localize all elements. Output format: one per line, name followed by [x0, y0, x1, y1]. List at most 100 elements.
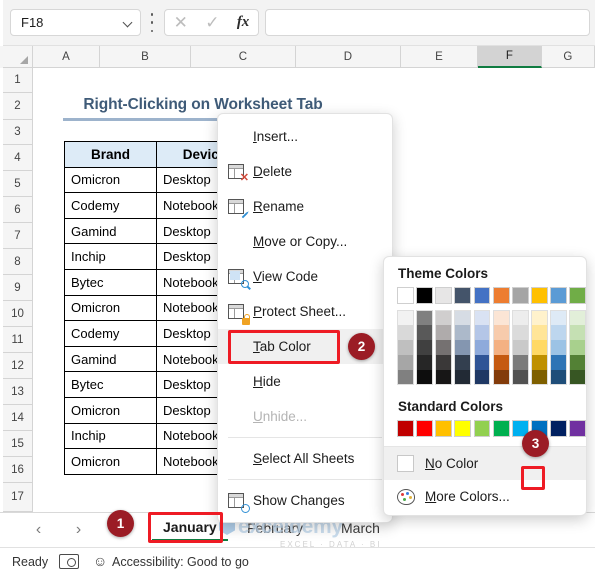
theme-variant-swatch-7-3[interactable] [530, 355, 548, 370]
theme-variant-swatch-1-4[interactable] [416, 370, 434, 385]
theme-variant-swatch-1-2[interactable] [416, 340, 434, 355]
select-all-corner[interactable] [3, 46, 33, 68]
theme-variant-swatch-4-3[interactable] [473, 355, 491, 370]
standard-color-swatch-4[interactable] [473, 420, 491, 437]
column-header-A[interactable]: A [33, 46, 100, 68]
theme-variant-swatch-5-4[interactable] [492, 370, 510, 385]
row-header-7[interactable]: 7 [3, 223, 33, 249]
context-menu-item-delete[interactable]: ✕ Delete [218, 154, 392, 189]
accessibility-status[interactable]: Accessibility: Good to go [112, 555, 249, 569]
theme-variant-swatch-8-2[interactable] [550, 340, 567, 355]
row-header-1[interactable]: 1 [3, 68, 33, 93]
theme-variant-swatch-6-0[interactable] [511, 310, 529, 325]
theme-variant-swatch-0-0[interactable] [397, 310, 414, 325]
cell-brand[interactable]: Gamind [64, 217, 157, 245]
theme-color-swatch-8[interactable] [550, 287, 567, 304]
theme-color-swatch-6[interactable] [511, 287, 529, 304]
theme-variant-swatch-0-3[interactable] [397, 355, 414, 370]
formula-input[interactable] [265, 9, 590, 36]
kebab-menu-icon[interactable] [147, 13, 157, 32]
insert-function-icon[interactable]: fx [237, 14, 250, 31]
theme-variant-swatch-9-3[interactable] [569, 355, 587, 370]
row-header-8[interactable]: 8 [3, 249, 33, 275]
theme-color-swatch-5[interactable] [492, 287, 510, 304]
row-header-6[interactable]: 6 [3, 197, 33, 223]
column-header-B[interactable]: B [100, 46, 191, 68]
cell-brand[interactable]: Omicron [64, 448, 157, 475]
cancel-entry-icon[interactable]: ✕ [174, 14, 188, 31]
cell-brand[interactable]: Inchip [64, 422, 157, 450]
cell-brand[interactable]: Codemy [64, 192, 157, 219]
standard-color-swatch-1[interactable] [416, 420, 434, 437]
column-header-C[interactable]: C [191, 46, 296, 68]
theme-variant-swatch-5-2[interactable] [492, 340, 510, 355]
row-header-2[interactable]: 2 [3, 93, 33, 120]
context-menu-item-select-all-sheets[interactable]: Select All Sheets [218, 441, 392, 476]
theme-variant-swatch-1-1[interactable] [416, 325, 434, 340]
theme-variant-swatch-1-3[interactable] [416, 355, 434, 370]
column-header-E[interactable]: E [401, 46, 478, 68]
cell-brand[interactable]: Inchip [64, 243, 157, 270]
theme-variant-swatch-2-0[interactable] [435, 310, 453, 325]
theme-variant-swatch-5-3[interactable] [492, 355, 510, 370]
theme-color-swatch-7[interactable] [530, 287, 548, 304]
row-header-4[interactable]: 4 [3, 145, 33, 171]
row-header-17[interactable]: 17 [3, 483, 33, 512]
theme-color-swatch-3[interactable] [454, 287, 472, 304]
confirm-entry-icon[interactable]: ✓ [205, 14, 219, 31]
theme-variant-swatch-0-1[interactable] [397, 325, 414, 340]
row-header-14[interactable]: 14 [3, 405, 33, 431]
cell-brand[interactable]: Omicron [64, 166, 157, 194]
cell-brand[interactable]: Omicron [64, 294, 157, 322]
chevron-left-icon[interactable]: ‹ [30, 521, 47, 538]
theme-variant-swatch-9-4[interactable] [569, 370, 587, 385]
standard-color-swatch-9[interactable] [569, 420, 587, 437]
standard-color-swatch-2[interactable] [435, 420, 453, 437]
row-header-9[interactable]: 9 [3, 275, 33, 301]
theme-variant-swatch-6-3[interactable] [511, 355, 529, 370]
theme-variant-swatch-5-0[interactable] [492, 310, 510, 325]
theme-variant-swatch-6-1[interactable] [511, 325, 529, 340]
theme-variant-swatch-4-0[interactable] [473, 310, 491, 325]
theme-variant-swatch-3-2[interactable] [454, 340, 472, 355]
chevron-right-icon[interactable]: › [70, 521, 87, 538]
context-menu-item-move-or-copy[interactable]: Move or Copy... [218, 224, 392, 259]
theme-variant-swatch-5-1[interactable] [492, 325, 510, 340]
theme-variant-swatch-7-0[interactable] [530, 310, 548, 325]
standard-color-swatch-0[interactable] [397, 420, 414, 437]
context-menu-item-show-changes[interactable]: Show Changes [218, 483, 392, 518]
standard-color-swatch-3[interactable] [454, 420, 472, 437]
context-menu-item-protect-sheet[interactable]: Protect Sheet... [218, 294, 392, 329]
row-header-5[interactable]: 5 [3, 171, 33, 197]
column-header-D[interactable]: D [296, 46, 401, 68]
context-menu-item-hide[interactable]: Hide [218, 364, 392, 399]
theme-variant-swatch-3-0[interactable] [454, 310, 472, 325]
theme-variant-swatch-2-1[interactable] [435, 325, 453, 340]
theme-variant-swatch-3-1[interactable] [454, 325, 472, 340]
theme-variant-swatch-2-3[interactable] [435, 355, 453, 370]
standard-color-swatch-5[interactable] [492, 420, 510, 437]
theme-color-swatch-1[interactable] [416, 287, 434, 304]
theme-variant-swatch-8-1[interactable] [550, 325, 567, 340]
column-header-G[interactable]: G [542, 46, 595, 68]
theme-variant-swatch-8-0[interactable] [550, 310, 567, 325]
cell-brand[interactable]: Gamind [64, 345, 157, 373]
theme-variant-swatch-9-0[interactable] [569, 310, 587, 325]
row-header-16[interactable]: 16 [3, 457, 33, 483]
row-header-12[interactable]: 12 [3, 353, 33, 379]
theme-variant-swatch-8-3[interactable] [550, 355, 567, 370]
row-header-10[interactable]: 10 [3, 301, 33, 327]
theme-variant-swatch-7-2[interactable] [530, 340, 548, 355]
theme-color-swatch-9[interactable] [569, 287, 587, 304]
theme-variant-swatch-6-2[interactable] [511, 340, 529, 355]
theme-variant-swatch-9-2[interactable] [569, 340, 587, 355]
column-header-F[interactable]: F [478, 46, 542, 68]
context-menu-item-view-code[interactable]: View Code [218, 259, 392, 294]
theme-color-swatch-2[interactable] [435, 287, 453, 304]
record-macro-icon[interactable] [59, 554, 79, 569]
theme-variant-swatch-3-3[interactable] [454, 355, 472, 370]
theme-variant-swatch-0-2[interactable] [397, 340, 414, 355]
theme-variant-swatch-2-4[interactable] [435, 370, 453, 385]
cell-brand[interactable]: Bytec [64, 268, 157, 296]
row-header-13[interactable]: 13 [3, 379, 33, 405]
